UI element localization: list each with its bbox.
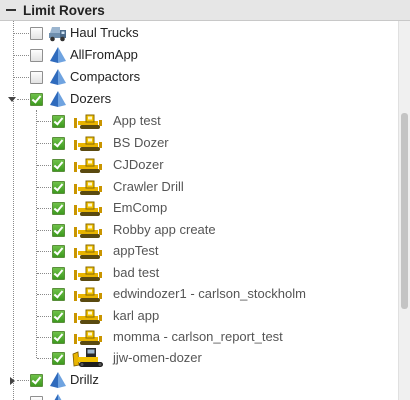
tree-leaf-emcomp[interactable]: EmComp: [0, 198, 398, 219]
dozer-icon: [74, 136, 102, 151]
tree-node-label[interactable]: AllFromApp: [70, 47, 138, 62]
tree-node-allfromapp[interactable]: AllFromApp: [0, 45, 398, 66]
tree-node-label[interactable]: bad test: [113, 265, 159, 280]
tree-node-label[interactable]: Haul Trucks: [70, 25, 139, 40]
tree-node-label[interactable]: momma - carlson_report_test: [113, 329, 283, 344]
dozer-icon: [74, 158, 102, 173]
dozer-icon: [74, 266, 102, 281]
tree-leaf-crawler-drill[interactable]: Crawler Drill: [0, 177, 398, 198]
tree-node-label[interactable]: Dozers: [70, 91, 111, 106]
checkbox[interactable]: [52, 159, 65, 172]
rover-tree: Haul Trucks AllFromApp Compactors Dozers: [0, 21, 398, 400]
pyramid-icon: [50, 47, 66, 63]
dozer-icon: [74, 180, 102, 195]
checkbox[interactable]: [52, 267, 65, 280]
checkbox[interactable]: [30, 71, 43, 84]
panel-header[interactable]: Limit Rovers: [0, 0, 410, 21]
checkbox[interactable]: [52, 224, 65, 237]
tree-node-label[interactable]: Compactors: [70, 69, 140, 84]
dozer-icon: [74, 201, 102, 216]
truck-icon: [49, 27, 66, 42]
dozer-icon: [74, 114, 102, 129]
tree-node-label[interactable]: karl app: [113, 308, 159, 323]
dozer-icon: [74, 244, 102, 259]
tree-node-label[interactable]: Drillz: [70, 372, 99, 387]
checkbox[interactable]: [52, 310, 65, 323]
checkbox[interactable]: [52, 245, 65, 258]
tree-leaf-cjdozer[interactable]: CJDozer: [0, 155, 398, 176]
checkbox[interactable]: [30, 396, 43, 400]
dozer-3d-icon: [72, 348, 103, 367]
collapsed-arrow-icon[interactable]: [7, 376, 16, 385]
pyramid-icon: [54, 394, 62, 400]
dozer-icon: [74, 330, 102, 345]
checkbox[interactable]: [30, 49, 43, 62]
tree-node-partial[interactable]: [0, 392, 398, 400]
tree-leaf-jjw-omen-dozer[interactable]: jjw-omen-dozer: [0, 348, 398, 369]
checkbox[interactable]: [30, 93, 43, 106]
tree-leaf-app-test[interactable]: App test: [0, 111, 398, 132]
checkbox[interactable]: [30, 374, 43, 387]
panel-title: Limit Rovers: [23, 2, 105, 18]
tree-node-label[interactable]: EmComp: [113, 200, 167, 215]
dozer-icon: [74, 309, 102, 324]
checkbox[interactable]: [30, 27, 43, 40]
tree-node-dozers[interactable]: Dozers: [0, 89, 398, 110]
checkbox[interactable]: [52, 331, 65, 344]
pyramid-icon: [50, 69, 66, 85]
tree-node-label[interactable]: Robby app create: [113, 222, 216, 237]
tree-leaf-apptest[interactable]: appTest: [0, 241, 398, 262]
checkbox[interactable]: [52, 115, 65, 128]
tree-leaf-robby-app-create[interactable]: Robby app create: [0, 220, 398, 241]
collapse-icon[interactable]: [6, 5, 16, 15]
tree-node-label[interactable]: edwindozer1 - carlson_stockholm: [113, 286, 306, 301]
checkbox[interactable]: [52, 137, 65, 150]
tree-node-label[interactable]: BS Dozer: [113, 135, 169, 150]
tree-node-label[interactable]: App test: [113, 113, 161, 128]
tree-node-drillz[interactable]: Drillz: [0, 370, 398, 391]
tree-leaf-momma[interactable]: momma - carlson_report_test: [0, 327, 398, 348]
tree-node-label[interactable]: Crawler Drill: [113, 179, 184, 194]
dozer-icon: [74, 223, 102, 238]
tree-leaf-edwindozer1[interactable]: edwindozer1 - carlson_stockholm: [0, 284, 398, 305]
tree-leaf-bs-dozer[interactable]: BS Dozer: [0, 133, 398, 154]
tree-node-label[interactable]: appTest: [113, 243, 159, 258]
vertical-scrollbar[interactable]: [398, 21, 410, 400]
tree-node-haul-trucks[interactable]: Haul Trucks: [0, 23, 398, 44]
scrollbar-thumb[interactable]: [401, 113, 408, 309]
pyramid-icon: [50, 372, 66, 388]
pyramid-icon: [50, 91, 66, 107]
expand-arrow-icon[interactable]: [7, 95, 16, 104]
checkbox[interactable]: [52, 288, 65, 301]
checkbox[interactable]: [52, 181, 65, 194]
tree-node-label[interactable]: jjw-omen-dozer: [113, 350, 202, 365]
tree-node-label[interactable]: CJDozer: [113, 157, 164, 172]
tree-node-compactors[interactable]: Compactors: [0, 67, 398, 88]
dozer-icon: [74, 287, 102, 302]
tree-leaf-bad-test[interactable]: bad test: [0, 263, 398, 284]
tree-leaf-karl-app[interactable]: karl app: [0, 306, 398, 327]
checkbox[interactable]: [52, 352, 65, 365]
checkbox[interactable]: [52, 202, 65, 215]
